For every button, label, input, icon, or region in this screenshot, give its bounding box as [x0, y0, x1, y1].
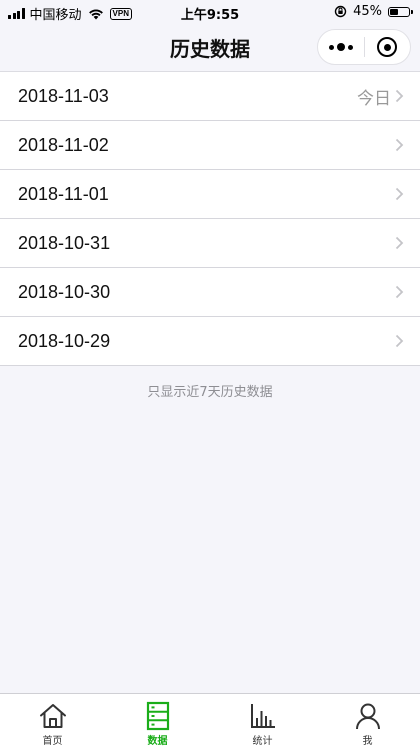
list-item-date: 2018-10-29 — [18, 330, 111, 351]
today-tag: 今日 — [357, 88, 391, 109]
list-item[interactable]: 2018-10-30 — [0, 268, 420, 317]
tab-home[interactable]: 首页 — [0, 694, 105, 748]
more-button[interactable] — [318, 43, 364, 51]
miniprogram-capsule — [317, 29, 411, 65]
list-item-date: 2018-10-30 — [18, 281, 111, 302]
tab-data-label: 数据 — [147, 736, 168, 747]
list-item-date: 2018-11-01 — [18, 183, 109, 204]
list-item-date: 2018-11-02 — [18, 134, 109, 155]
user-icon — [355, 703, 380, 730]
battery-level — [390, 8, 398, 15]
more-dot-icon — [328, 44, 334, 50]
home-icon — [39, 704, 66, 728]
history-limit-note: 只显示近7天历史数据 — [147, 385, 273, 400]
chevron-right-icon — [395, 187, 404, 201]
list-item[interactable]: 2018-11-01 — [0, 170, 420, 219]
list-item[interactable]: 2018-10-31 — [0, 219, 420, 268]
list-item-date: 2018-10-31 — [18, 232, 111, 253]
tab-bar: 首页 数据 统计 我 — [0, 693, 420, 748]
list-item[interactable]: 2018-11-02 — [0, 121, 420, 170]
tab-stats[interactable]: 统计 — [210, 694, 315, 748]
nav-bar: 历史数据 — [0, 24, 420, 72]
status-bar-right: 45% — [334, 4, 413, 19]
status-bar: 中国移动 VPN 上午9:55 45% — [0, 0, 420, 24]
data-server-icon — [146, 701, 169, 731]
battery-icon — [388, 6, 413, 17]
battery-percent: 45% — [353, 4, 382, 19]
tab-me-label: 我 — [362, 736, 373, 747]
tab-me[interactable]: 我 — [315, 694, 420, 748]
chevron-right-icon — [395, 285, 404, 299]
target-icon — [377, 37, 398, 57]
bar-chart-icon — [250, 704, 275, 728]
more-dot-icon — [347, 44, 353, 50]
history-list: 2018-11-03 今日 2018-11-02 2018-11-01 2018… — [0, 72, 420, 366]
list-item[interactable]: 2018-11-03 今日 — [0, 72, 420, 121]
tab-stats-label: 统计 — [252, 736, 273, 747]
more-dot-icon — [336, 43, 345, 51]
chevron-right-icon — [395, 138, 404, 152]
list-item-date: 2018-11-03 — [18, 85, 109, 106]
list-item[interactable]: 2018-10-29 — [0, 317, 420, 366]
tab-home-label: 首页 — [42, 736, 63, 747]
chevron-right-icon — [395, 236, 404, 250]
rotation-lock-icon — [334, 5, 347, 18]
chevron-right-icon — [395, 334, 404, 348]
chevron-right-icon — [395, 89, 404, 103]
close-button[interactable] — [365, 37, 411, 57]
tab-data[interactable]: 数据 — [105, 694, 210, 748]
